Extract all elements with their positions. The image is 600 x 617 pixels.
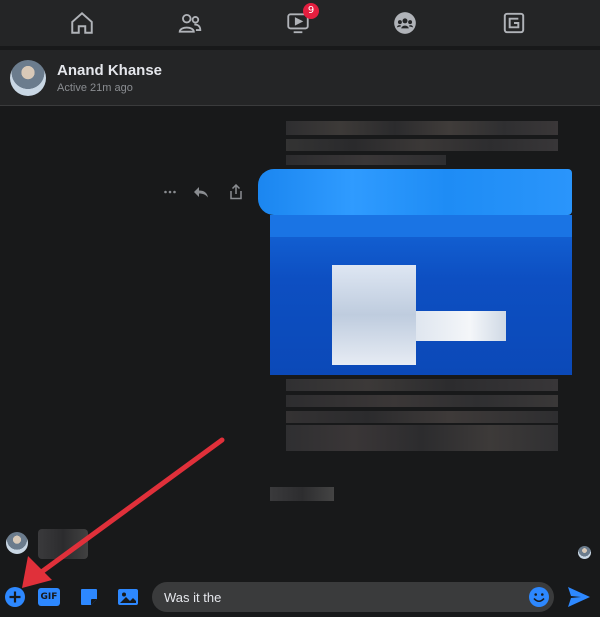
message-thread[interactable] xyxy=(0,107,600,577)
message-input-wrapper xyxy=(152,582,554,612)
redacted-message xyxy=(286,395,558,407)
add-icon[interactable] xyxy=(4,586,26,608)
read-receipt-avatar xyxy=(578,546,591,559)
redacted-message xyxy=(286,121,558,135)
redacted-message xyxy=(286,139,558,151)
redacted-message xyxy=(286,379,558,391)
emoji-icon[interactable] xyxy=(528,586,550,608)
chat-header: Anand Khanse Active 21m ago xyxy=(0,50,600,106)
redacted-message xyxy=(286,425,558,451)
top-navigation: 9 xyxy=(0,0,600,46)
notification-badge: 9 xyxy=(303,3,319,19)
redacted-message xyxy=(286,155,446,165)
share-icon[interactable] xyxy=(226,182,246,202)
reply-icon[interactable] xyxy=(191,182,211,202)
gif-label: GIF xyxy=(38,588,60,606)
contact-status: Active 21m ago xyxy=(57,82,133,94)
message-actions xyxy=(160,182,250,202)
gaming-icon[interactable] xyxy=(499,8,529,38)
more-options-icon[interactable] xyxy=(160,182,180,202)
sticker-icon[interactable] xyxy=(78,586,100,608)
redacted-timestamp xyxy=(270,487,334,501)
photo-icon[interactable] xyxy=(117,586,139,608)
watch-icon[interactable]: 9 xyxy=(283,3,319,38)
contact-name[interactable]: Anand Khanse xyxy=(57,62,162,79)
friends-icon[interactable] xyxy=(175,8,205,38)
message-input[interactable] xyxy=(164,582,524,612)
contact-avatar-small[interactable] xyxy=(6,532,28,554)
received-message-bubble[interactable] xyxy=(38,529,88,559)
sent-message-bubble[interactable] xyxy=(258,169,572,215)
home-icon[interactable] xyxy=(67,8,97,38)
messenger-window: 9 Anand Khanse Active 21m ago GIF Was it… xyxy=(0,0,600,617)
gif-icon[interactable]: GIF xyxy=(38,586,60,608)
groups-icon[interactable] xyxy=(390,8,420,38)
redacted-message xyxy=(286,411,558,423)
send-icon[interactable] xyxy=(566,584,592,610)
contact-avatar[interactable] xyxy=(10,60,46,96)
shared-image[interactable] xyxy=(270,215,572,375)
